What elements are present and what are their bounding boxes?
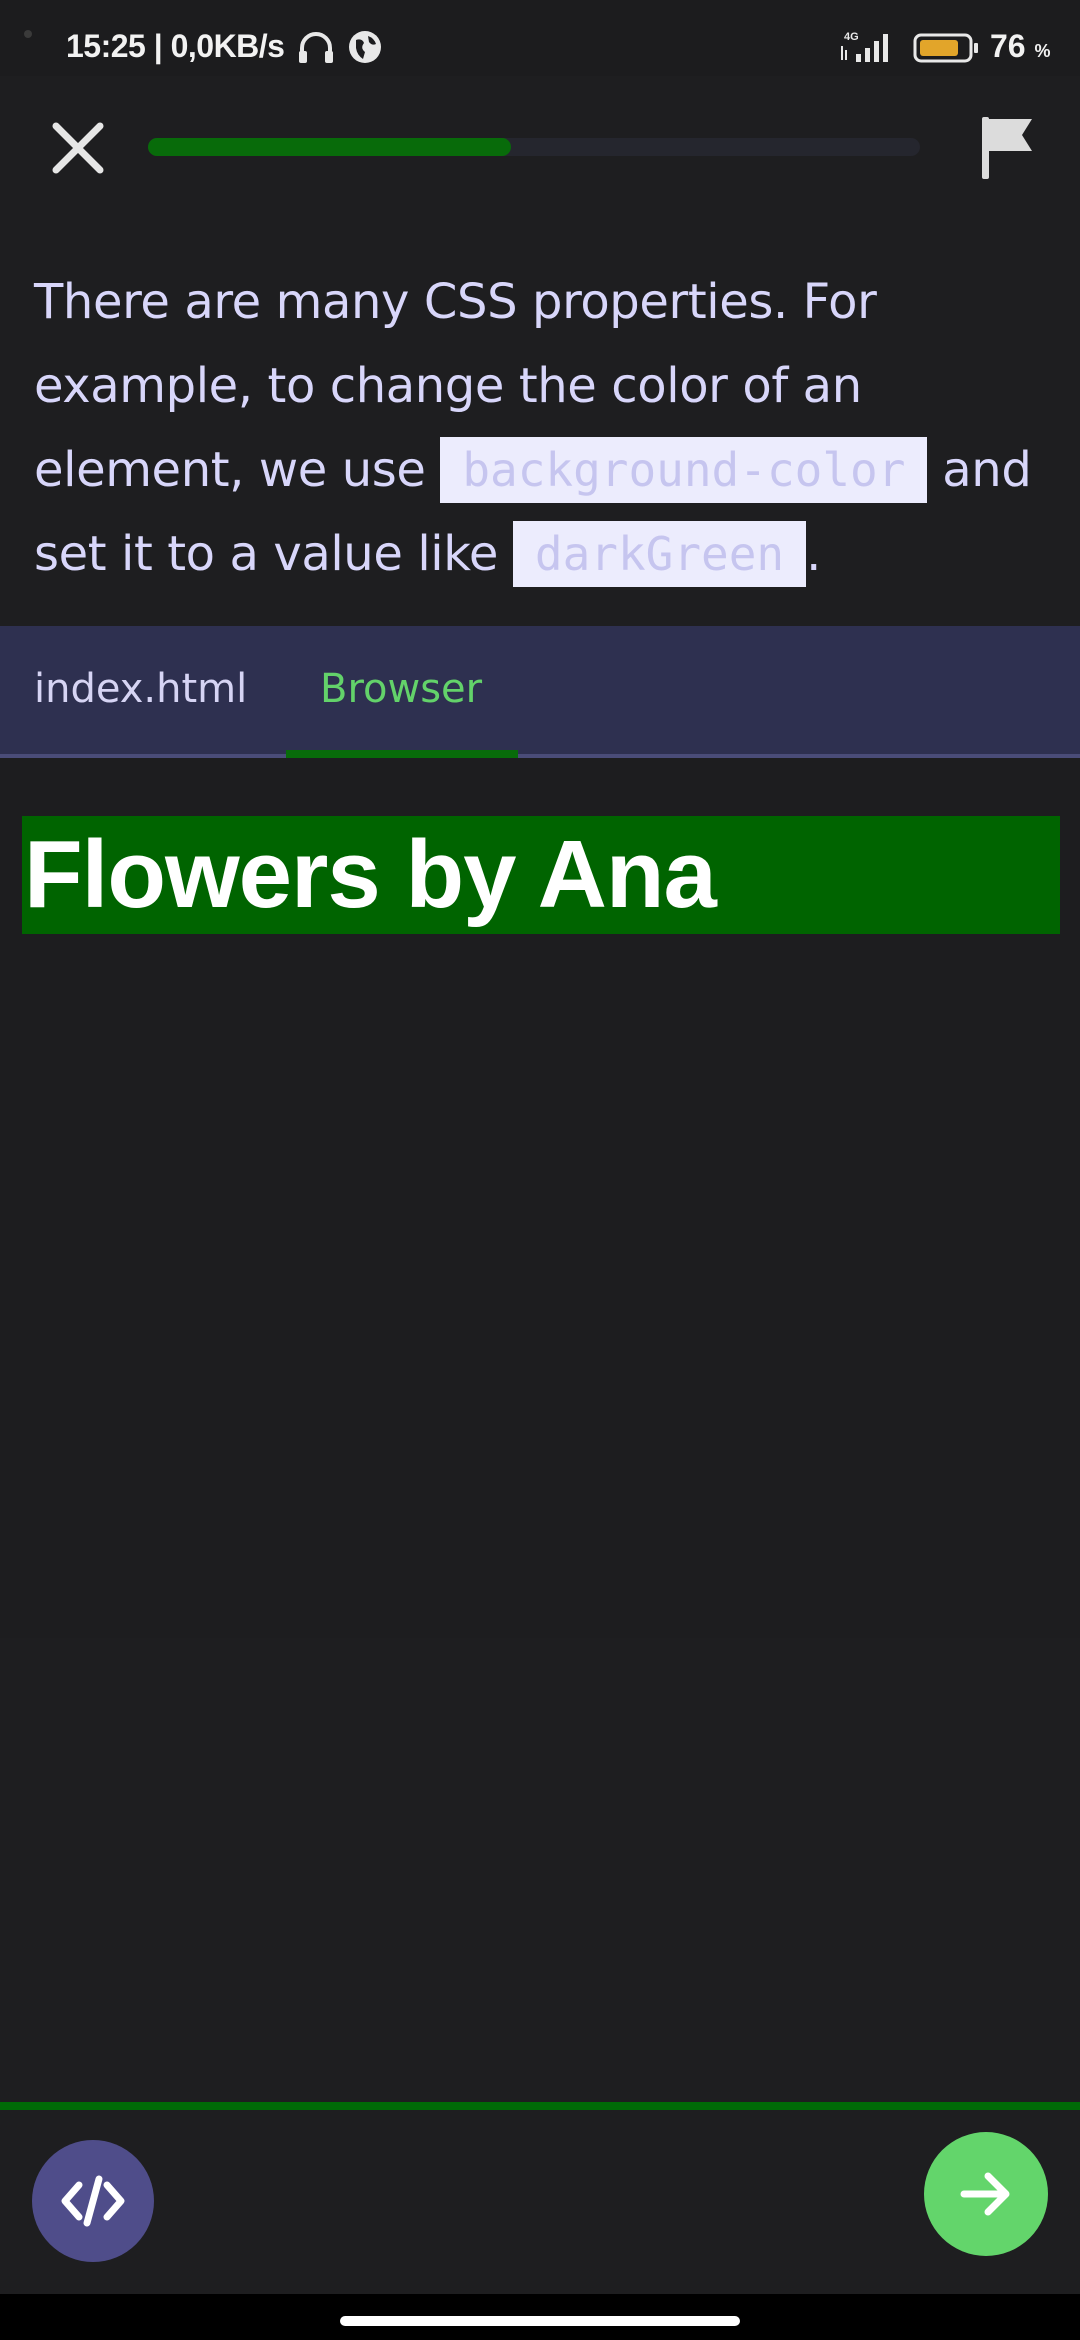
next-button[interactable] xyxy=(924,2132,1048,2256)
status-time: 15:25 | 0,0KB/s xyxy=(66,28,285,64)
lesson-header xyxy=(0,76,1080,222)
browser-preview: Flowers by Ana xyxy=(0,758,1080,1638)
active-tab-indicator xyxy=(286,750,518,758)
lesson-progress-bar xyxy=(148,138,920,156)
tab-browser[interactable]: Browser xyxy=(320,626,482,752)
flag-icon xyxy=(982,117,1032,179)
preview-heading: Flowers by Ana xyxy=(22,816,1060,934)
signal-icon: 4G xyxy=(841,31,888,62)
lesson-progress-fill xyxy=(148,138,511,156)
lesson-instruction: There are many CSS properties. For examp… xyxy=(0,222,1080,626)
code-icon xyxy=(61,2175,125,2227)
instruction-text: There are many CSS properties. For examp… xyxy=(34,260,1046,596)
headset-icon xyxy=(299,32,333,63)
battery-level: 76 % xyxy=(990,28,1051,64)
globe-icon xyxy=(349,31,381,63)
close-button[interactable] xyxy=(40,110,116,186)
tab-index-html[interactable]: index.html xyxy=(34,626,247,752)
close-icon xyxy=(52,122,104,174)
arrow-right-icon xyxy=(960,2172,1010,2216)
battery-icon xyxy=(913,33,978,63)
svg-text:4G: 4G xyxy=(844,31,859,43)
preview-lower-area xyxy=(0,1638,1080,2102)
editor-tabbar: index.html Browser xyxy=(0,626,1080,758)
code-view-button[interactable] xyxy=(32,2140,154,2262)
notification-dot xyxy=(24,30,32,38)
system-nav-area xyxy=(0,2294,1080,2340)
home-indicator[interactable] xyxy=(340,2316,740,2326)
instruction-part3: . xyxy=(806,526,821,582)
code-chip-background-color: background-color xyxy=(440,437,928,503)
bottom-bar xyxy=(0,2110,1080,2294)
report-flag-button[interactable] xyxy=(968,110,1044,186)
bottom-divider xyxy=(0,2102,1080,2110)
code-chip-darkgreen: darkGreen xyxy=(512,521,807,587)
status-bar: 15:25 | 0,0KB/s 4G 76 % xyxy=(0,0,1080,76)
